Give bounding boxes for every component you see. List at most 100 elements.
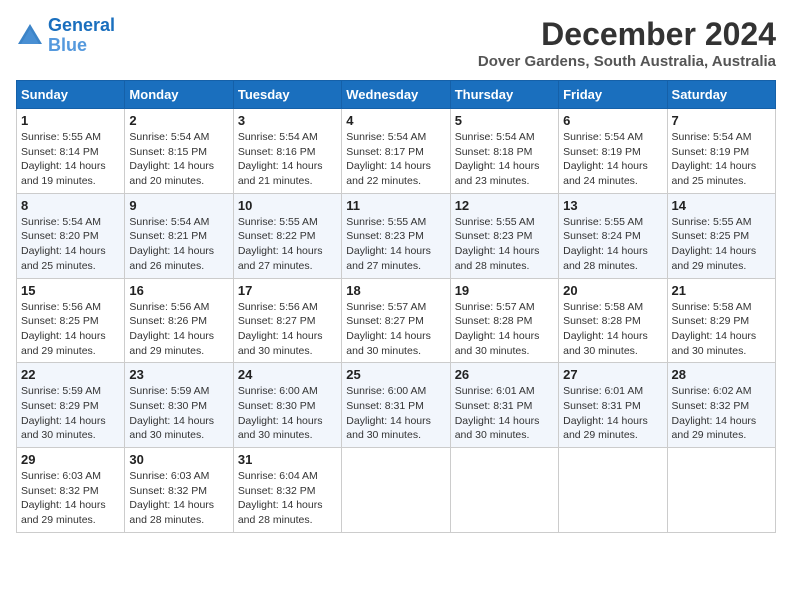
col-header-friday: Friday [559,81,667,109]
day-cell: 24 Sunrise: 6:00 AMSunset: 8:30 PMDaylig… [233,363,341,448]
day-cell: 20 Sunrise: 5:58 AMSunset: 8:28 PMDaylig… [559,278,667,363]
day-number: 1 [21,113,120,128]
day-cell: 28 Sunrise: 6:02 AMSunset: 8:32 PMDaylig… [667,363,775,448]
day-detail: Sunrise: 5:56 AMSunset: 8:26 PMDaylight:… [129,300,228,359]
logo-general: General [48,15,115,35]
day-detail: Sunrise: 5:55 AMSunset: 8:23 PMDaylight:… [346,215,445,274]
day-number: 12 [455,198,554,213]
day-detail: Sunrise: 5:54 AMSunset: 8:20 PMDaylight:… [21,215,120,274]
calendar-header: SundayMondayTuesdayWednesdayThursdayFrid… [17,81,776,109]
col-header-saturday: Saturday [667,81,775,109]
day-detail: Sunrise: 6:03 AMSunset: 8:32 PMDaylight:… [21,469,120,528]
day-detail: Sunrise: 5:55 AMSunset: 8:24 PMDaylight:… [563,215,662,274]
day-number: 10 [238,198,337,213]
day-number: 18 [346,283,445,298]
logo: General Blue [16,16,115,56]
day-detail: Sunrise: 5:59 AMSunset: 8:29 PMDaylight:… [21,384,120,443]
week-row-2: 8 Sunrise: 5:54 AMSunset: 8:20 PMDayligh… [17,193,776,278]
day-number: 11 [346,198,445,213]
day-cell [450,448,558,533]
day-detail: Sunrise: 6:03 AMSunset: 8:32 PMDaylight:… [129,469,228,528]
day-cell: 2 Sunrise: 5:54 AMSunset: 8:15 PMDayligh… [125,109,233,194]
day-detail: Sunrise: 5:55 AMSunset: 8:14 PMDaylight:… [21,130,120,189]
day-number: 13 [563,198,662,213]
day-cell: 4 Sunrise: 5:54 AMSunset: 8:17 PMDayligh… [342,109,450,194]
location: Dover Gardens, South Australia, Australi… [478,53,776,70]
day-detail: Sunrise: 5:56 AMSunset: 8:25 PMDaylight:… [21,300,120,359]
logo-blue: Blue [48,35,87,55]
day-number: 26 [455,367,554,382]
week-row-4: 22 Sunrise: 5:59 AMSunset: 8:29 PMDaylig… [17,363,776,448]
day-cell: 12 Sunrise: 5:55 AMSunset: 8:23 PMDaylig… [450,193,558,278]
day-cell: 7 Sunrise: 5:54 AMSunset: 8:19 PMDayligh… [667,109,775,194]
day-cell: 18 Sunrise: 5:57 AMSunset: 8:27 PMDaylig… [342,278,450,363]
day-number: 9 [129,198,228,213]
day-cell: 13 Sunrise: 5:55 AMSunset: 8:24 PMDaylig… [559,193,667,278]
day-number: 21 [672,283,771,298]
day-number: 24 [238,367,337,382]
day-cell [667,448,775,533]
day-detail: Sunrise: 5:54 AMSunset: 8:18 PMDaylight:… [455,130,554,189]
day-cell: 16 Sunrise: 5:56 AMSunset: 8:26 PMDaylig… [125,278,233,363]
day-detail: Sunrise: 5:54 AMSunset: 8:19 PMDaylight:… [563,130,662,189]
day-number: 20 [563,283,662,298]
day-detail: Sunrise: 6:02 AMSunset: 8:32 PMDaylight:… [672,384,771,443]
day-detail: Sunrise: 5:59 AMSunset: 8:30 PMDaylight:… [129,384,228,443]
col-header-wednesday: Wednesday [342,81,450,109]
day-detail: Sunrise: 6:01 AMSunset: 8:31 PMDaylight:… [563,384,662,443]
day-number: 7 [672,113,771,128]
day-detail: Sunrise: 5:58 AMSunset: 8:29 PMDaylight:… [672,300,771,359]
day-cell: 21 Sunrise: 5:58 AMSunset: 8:29 PMDaylig… [667,278,775,363]
day-number: 6 [563,113,662,128]
day-cell: 29 Sunrise: 6:03 AMSunset: 8:32 PMDaylig… [17,448,125,533]
calendar-table: SundayMondayTuesdayWednesdayThursdayFrid… [16,80,776,533]
day-detail: Sunrise: 5:57 AMSunset: 8:27 PMDaylight:… [346,300,445,359]
day-cell: 23 Sunrise: 5:59 AMSunset: 8:30 PMDaylig… [125,363,233,448]
day-cell: 30 Sunrise: 6:03 AMSunset: 8:32 PMDaylig… [125,448,233,533]
day-number: 8 [21,198,120,213]
col-header-sunday: Sunday [17,81,125,109]
day-cell: 1 Sunrise: 5:55 AMSunset: 8:14 PMDayligh… [17,109,125,194]
day-detail: Sunrise: 5:54 AMSunset: 8:21 PMDaylight:… [129,215,228,274]
day-cell: 26 Sunrise: 6:01 AMSunset: 8:31 PMDaylig… [450,363,558,448]
day-cell: 5 Sunrise: 5:54 AMSunset: 8:18 PMDayligh… [450,109,558,194]
day-cell: 8 Sunrise: 5:54 AMSunset: 8:20 PMDayligh… [17,193,125,278]
week-row-1: 1 Sunrise: 5:55 AMSunset: 8:14 PMDayligh… [17,109,776,194]
day-number: 27 [563,367,662,382]
day-number: 31 [238,452,337,467]
day-number: 25 [346,367,445,382]
day-cell: 31 Sunrise: 6:04 AMSunset: 8:32 PMDaylig… [233,448,341,533]
header: General Blue December 2024 Dover Gardens… [16,16,776,70]
day-number: 17 [238,283,337,298]
week-row-3: 15 Sunrise: 5:56 AMSunset: 8:25 PMDaylig… [17,278,776,363]
day-number: 28 [672,367,771,382]
day-detail: Sunrise: 5:55 AMSunset: 8:22 PMDaylight:… [238,215,337,274]
day-cell [342,448,450,533]
day-cell: 10 Sunrise: 5:55 AMSunset: 8:22 PMDaylig… [233,193,341,278]
day-number: 5 [455,113,554,128]
month-year: December 2024 [478,16,776,53]
day-detail: Sunrise: 6:01 AMSunset: 8:31 PMDaylight:… [455,384,554,443]
col-header-thursday: Thursday [450,81,558,109]
day-detail: Sunrise: 6:00 AMSunset: 8:31 PMDaylight:… [346,384,445,443]
day-number: 4 [346,113,445,128]
title-area: December 2024 Dover Gardens, South Austr… [478,16,776,70]
logo-text: General Blue [48,16,115,56]
day-cell: 19 Sunrise: 5:57 AMSunset: 8:28 PMDaylig… [450,278,558,363]
week-row-5: 29 Sunrise: 6:03 AMSunset: 8:32 PMDaylig… [17,448,776,533]
day-cell: 22 Sunrise: 5:59 AMSunset: 8:29 PMDaylig… [17,363,125,448]
col-header-tuesday: Tuesday [233,81,341,109]
day-cell [559,448,667,533]
day-number: 30 [129,452,228,467]
day-detail: Sunrise: 5:54 AMSunset: 8:17 PMDaylight:… [346,130,445,189]
day-detail: Sunrise: 6:04 AMSunset: 8:32 PMDaylight:… [238,469,337,528]
day-cell: 14 Sunrise: 5:55 AMSunset: 8:25 PMDaylig… [667,193,775,278]
day-detail: Sunrise: 5:56 AMSunset: 8:27 PMDaylight:… [238,300,337,359]
day-detail: Sunrise: 5:58 AMSunset: 8:28 PMDaylight:… [563,300,662,359]
day-cell: 3 Sunrise: 5:54 AMSunset: 8:16 PMDayligh… [233,109,341,194]
day-detail: Sunrise: 5:54 AMSunset: 8:15 PMDaylight:… [129,130,228,189]
day-number: 14 [672,198,771,213]
day-cell: 27 Sunrise: 6:01 AMSunset: 8:31 PMDaylig… [559,363,667,448]
day-number: 22 [21,367,120,382]
logo-icon [16,22,44,50]
